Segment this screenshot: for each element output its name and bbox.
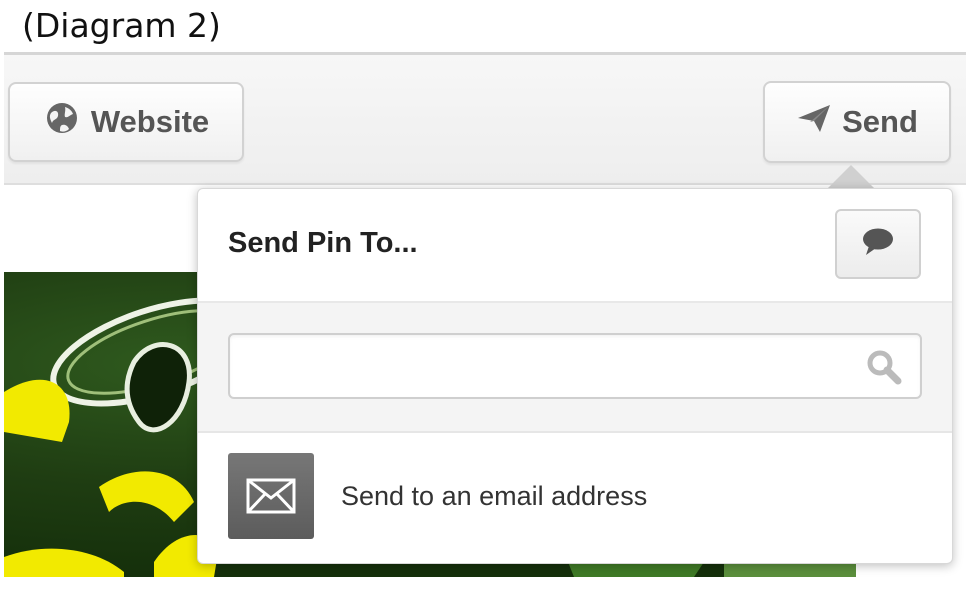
send-pin-popover: Send Pin To... Send to an email address bbox=[197, 188, 953, 564]
speech-bubble-icon bbox=[861, 227, 895, 262]
globe-icon bbox=[43, 99, 81, 145]
message-button[interactable] bbox=[835, 209, 921, 279]
send-button[interactable]: Send bbox=[763, 81, 951, 163]
email-option-label: Send to an email address bbox=[341, 481, 648, 511]
search-row bbox=[198, 303, 952, 433]
send-button-label: Send bbox=[842, 104, 918, 139]
popover-arrow bbox=[827, 165, 875, 189]
popover-title: Send Pin To... bbox=[228, 227, 418, 259]
envelope-icon bbox=[228, 453, 314, 539]
magnifier-icon[interactable] bbox=[866, 349, 902, 385]
website-button-label: Website bbox=[90, 104, 210, 139]
diagram-caption: (Diagram 2) bbox=[22, 6, 221, 45]
send-to-email-option[interactable]: Send to an email address bbox=[198, 433, 952, 561]
website-button[interactable]: Website bbox=[8, 82, 244, 162]
paper-plane-icon bbox=[796, 102, 832, 142]
search-box[interactable] bbox=[228, 333, 922, 399]
popover-header: Send Pin To... bbox=[198, 189, 952, 303]
search-input[interactable] bbox=[242, 335, 846, 399]
